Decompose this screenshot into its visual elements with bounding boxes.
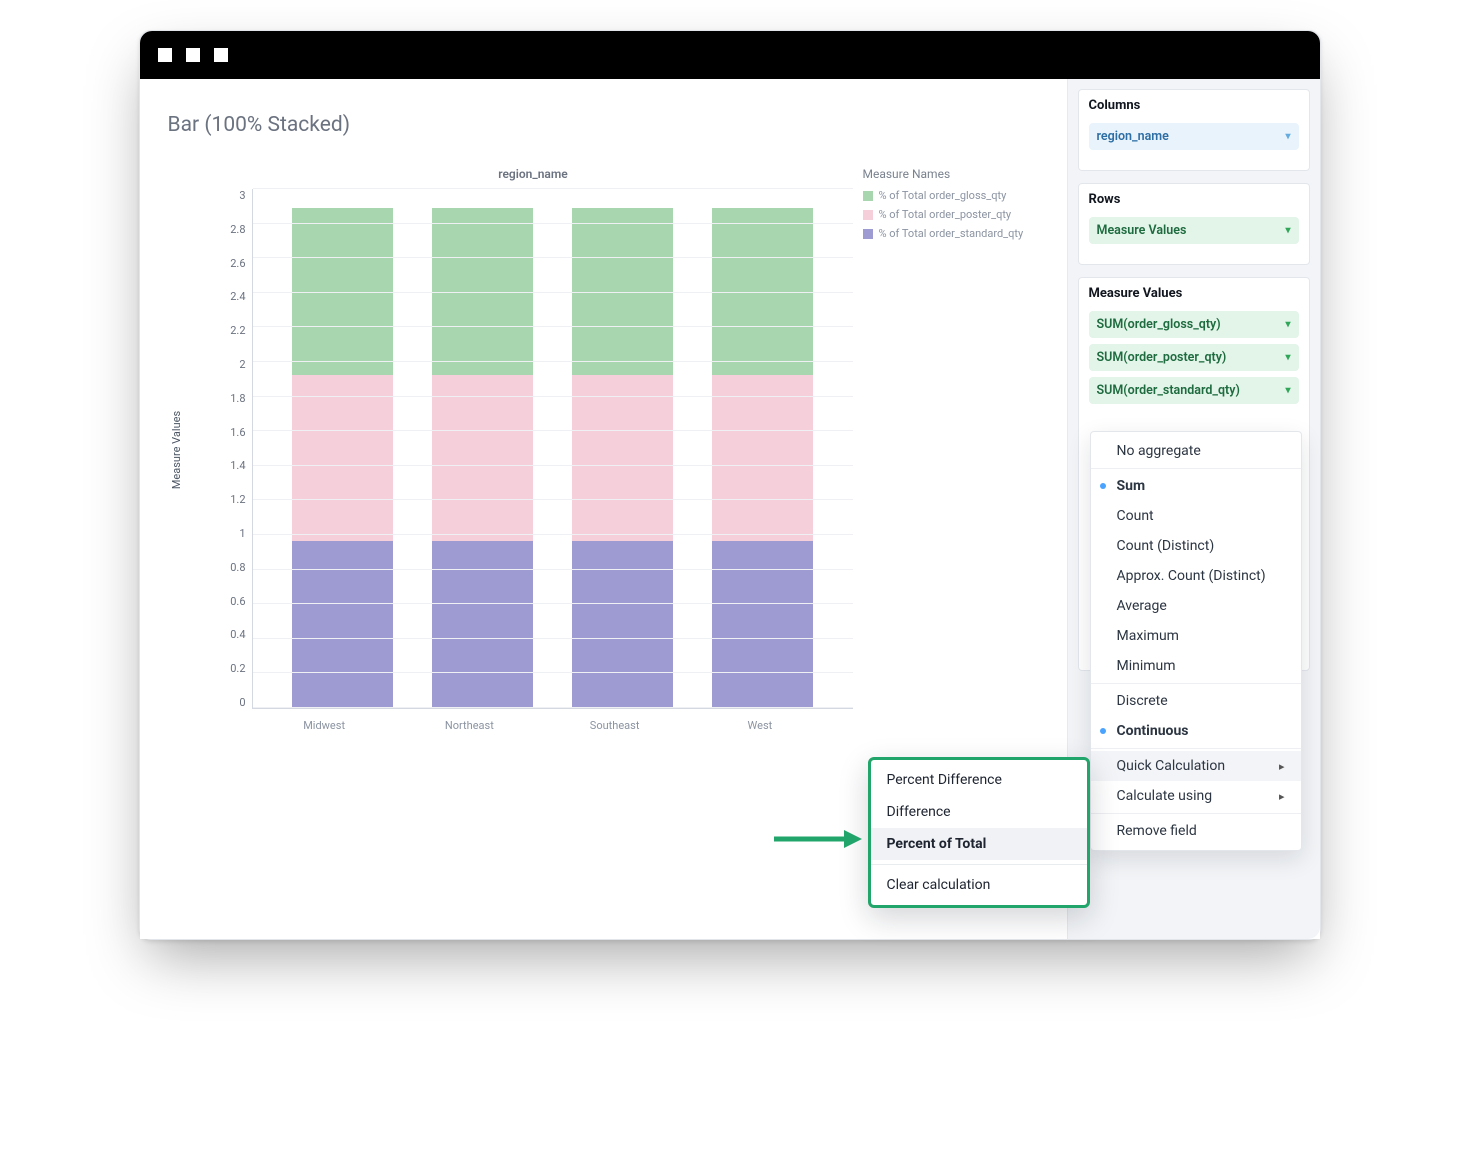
window-control[interactable] — [186, 48, 200, 62]
bar-segment — [432, 375, 533, 542]
measure-values-shelf-title: Measure Values — [1089, 286, 1299, 301]
bar-segment — [712, 541, 813, 708]
dropdown-count-distinct[interactable]: Count (Distinct) — [1091, 531, 1301, 561]
columns-pill-region-name[interactable]: region_name ▾ — [1089, 123, 1299, 150]
pill-label: region_name — [1097, 129, 1169, 144]
y-tick: 2 — [239, 358, 245, 371]
dropdown-quick-calculation[interactable]: Quick Calculation ▸ — [1091, 751, 1301, 781]
chevron-down-icon: ▾ — [1285, 385, 1290, 396]
dropdown-maximum[interactable]: Maximum — [1091, 621, 1301, 651]
quick-calculation-submenu: Percent Difference Difference Percent of… — [868, 757, 1090, 908]
dropdown-count[interactable]: Count — [1091, 501, 1301, 531]
measure-pill[interactable]: SUM(order_standard_qty) ▾ — [1089, 377, 1299, 404]
dropdown-calculate-using[interactable]: Calculate using ▸ — [1091, 781, 1301, 811]
legend-swatch — [863, 210, 873, 220]
y-tick: 2.2 — [230, 324, 245, 337]
legend-item[interactable]: % of Total order_gloss_qty — [863, 189, 1043, 202]
pill-label: SUM(order_gloss_qty) — [1097, 317, 1221, 332]
y-tick: 0.2 — [230, 662, 245, 675]
dropdown-calculate-using-label: Calculate using — [1117, 788, 1213, 804]
dropdown-no-aggregate[interactable]: No aggregate — [1091, 436, 1301, 466]
dropdown-minimum[interactable]: Minimum — [1091, 651, 1301, 681]
main-canvas: Bar (100% Stacked) region_name Measure V… — [140, 79, 1067, 939]
x-category-label: Northeast — [417, 719, 522, 732]
legend-item[interactable]: % of Total order_poster_qty — [863, 208, 1043, 221]
y-tick: 0 — [239, 696, 245, 709]
dropdown-discrete[interactable]: Discrete — [1091, 686, 1301, 716]
window-control[interactable] — [158, 48, 172, 62]
y-tick: 1.8 — [230, 392, 245, 405]
chevron-down-icon: ▾ — [1285, 352, 1290, 363]
legend-label: % of Total order_standard_qty — [879, 227, 1024, 240]
x-category-label: Midwest — [272, 719, 377, 732]
measure-pill[interactable]: SUM(order_poster_qty) ▾ — [1089, 344, 1299, 371]
submenu-clear-calculation[interactable]: Clear calculation — [871, 869, 1087, 901]
window-control[interactable] — [214, 48, 228, 62]
y-tick: 2.6 — [230, 257, 245, 270]
columns-shelf: Columns region_name ▾ — [1078, 89, 1310, 171]
chart-type-title: Bar (100% Stacked) — [168, 113, 1043, 137]
bar-midwest[interactable] — [292, 208, 393, 708]
legend-item[interactable]: % of Total order_standard_qty — [863, 227, 1043, 240]
x-category-label: Southeast — [562, 719, 667, 732]
legend-title: Measure Names — [863, 167, 1043, 181]
bar-west[interactable] — [712, 208, 813, 708]
annotation-arrow — [772, 827, 862, 851]
pill-label: SUM(order_standard_qty) — [1097, 383, 1240, 398]
chevron-down-icon: ▾ — [1285, 319, 1290, 330]
y-axis-ticks: 3 2.8 2.6 2.4 2.2 2 1.8 1.6 1.4 1.2 1 0.8 0.6 0.4 0.2 0 — [214, 189, 252, 709]
legend-label: % of Total order_poster_qty — [879, 208, 1012, 221]
rows-pill-measure-values[interactable]: Measure Values ▾ — [1089, 217, 1299, 244]
dropdown-approx-count-distinct[interactable]: Approx. Count (Distinct) — [1091, 561, 1301, 591]
y-tick: 1.6 — [230, 426, 245, 439]
bar-segment — [292, 375, 393, 542]
y-tick: 3 — [239, 189, 245, 202]
bar-segment — [572, 541, 673, 708]
y-tick: 1.4 — [230, 459, 245, 472]
legend-label: % of Total order_gloss_qty — [879, 189, 1007, 202]
measure-pill[interactable]: SUM(order_gloss_qty) ▾ — [1089, 311, 1299, 338]
y-tick: 1.2 — [230, 493, 245, 506]
dropdown-remove-field[interactable]: Remove field — [1091, 816, 1301, 846]
x-category-label: West — [708, 719, 813, 732]
rows-shelf: Rows Measure Values ▾ — [1078, 183, 1310, 265]
y-tick: 0.4 — [230, 628, 245, 641]
y-tick: 0.8 — [230, 561, 245, 574]
app-window: Bar (100% Stacked) region_name Measure V… — [139, 30, 1321, 940]
bar-segment — [572, 375, 673, 542]
chevron-right-icon: ▸ — [1279, 760, 1285, 773]
dropdown-continuous[interactable]: Continuous — [1091, 716, 1301, 746]
legend-swatch — [863, 229, 873, 239]
columns-shelf-title: Columns — [1089, 98, 1299, 113]
legend-swatch — [863, 191, 873, 201]
measure-pill-dropdown: No aggregate Sum Count Count (Distinct) … — [1090, 431, 1302, 851]
dropdown-average[interactable]: Average — [1091, 591, 1301, 621]
y-tick: 1 — [239, 527, 245, 540]
bar-segment — [712, 375, 813, 542]
chevron-right-icon: ▸ — [1279, 790, 1285, 803]
legend: Measure Names % of Total order_gloss_qty… — [853, 167, 1043, 732]
y-tick: 2.4 — [230, 290, 245, 303]
submenu-percent-difference[interactable]: Percent Difference — [871, 764, 1087, 796]
bar-segment — [292, 541, 393, 708]
bar-southeast[interactable] — [572, 208, 673, 708]
x-axis-categories: Midwest Northeast Southeast West — [214, 709, 853, 732]
bar-northeast[interactable] — [432, 208, 533, 708]
pill-label: Measure Values — [1097, 223, 1187, 238]
rows-shelf-title: Rows — [1089, 192, 1299, 207]
submenu-percent-of-total[interactable]: Percent of Total — [871, 828, 1087, 860]
submenu-difference[interactable]: Difference — [871, 796, 1087, 828]
y-tick: 2.8 — [230, 223, 245, 236]
y-tick: 0.6 — [230, 595, 245, 608]
pill-label: SUM(order_poster_qty) — [1097, 350, 1227, 365]
chevron-down-icon: ▾ — [1285, 131, 1290, 142]
plot-area — [252, 189, 853, 709]
y-axis-title: Measure Values — [164, 410, 183, 488]
chevron-down-icon: ▾ — [1285, 225, 1290, 236]
dropdown-sum[interactable]: Sum — [1091, 471, 1301, 501]
window-titlebar — [140, 31, 1320, 79]
dropdown-quick-calculation-label: Quick Calculation — [1117, 758, 1226, 774]
x-axis-title: region_name — [214, 167, 853, 181]
bar-segment — [432, 541, 533, 708]
